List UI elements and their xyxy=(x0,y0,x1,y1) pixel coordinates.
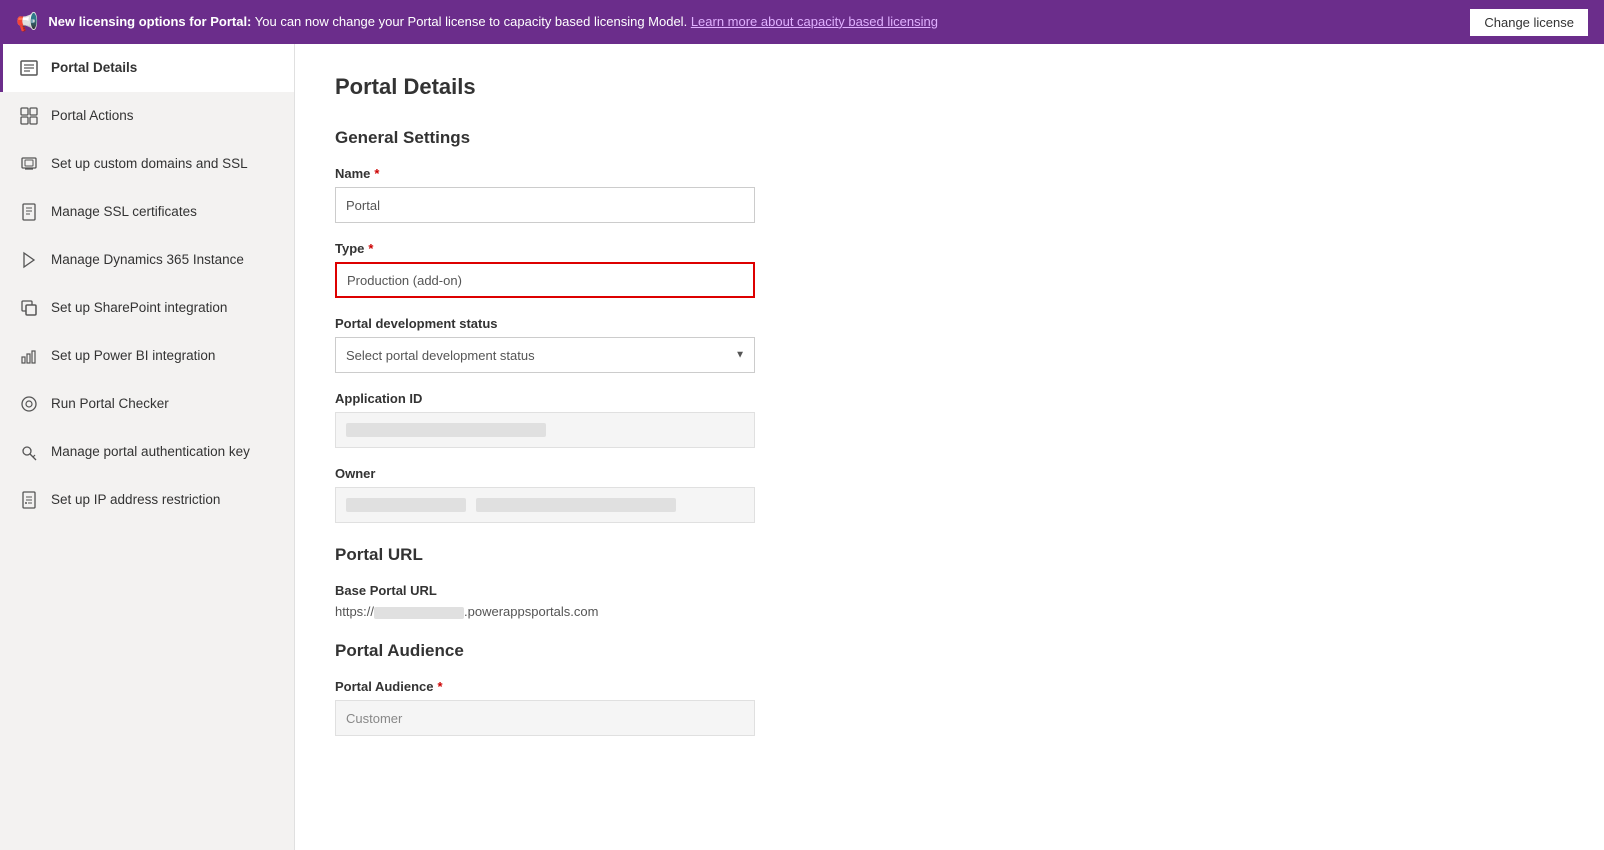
banner-text: New licensing options for Portal: You ca… xyxy=(48,13,1460,31)
name-input[interactable] xyxy=(335,187,755,223)
sidebar-item-auth-key[interactable]: Manage portal authentication key xyxy=(0,428,294,476)
owner-field-group: Owner xyxy=(335,466,1564,523)
portal-url-section: Portal URL Base Portal URL https://.powe… xyxy=(335,545,1564,619)
portal-audience-section: Portal Audience Portal Audience * xyxy=(335,641,1564,736)
portal-checker-icon xyxy=(19,394,39,414)
sidebar-label-portal-checker: Run Portal Checker xyxy=(51,395,169,413)
audience-label: Portal Audience * xyxy=(335,679,1564,694)
sidebar-item-ip-restriction[interactable]: Set up IP address restriction xyxy=(0,476,294,524)
name-field-group: Name * xyxy=(335,166,1564,223)
auth-key-icon xyxy=(19,442,39,462)
dev-status-field-group: Portal development status Select portal … xyxy=(335,316,1564,373)
sidebar-label-powerbi: Set up Power BI integration xyxy=(51,347,215,365)
sidebar-label-ip-restriction: Set up IP address restriction xyxy=(51,491,220,509)
base-url-value: https://.powerappsportals.com xyxy=(335,604,1564,619)
sidebar-item-portal-details[interactable]: Portal Details xyxy=(0,44,294,92)
general-settings-title: General Settings xyxy=(335,128,1564,148)
general-settings-section: General Settings Name * Type * Portal d xyxy=(335,128,1564,523)
sidebar-item-custom-domains[interactable]: Set up custom domains and SSL xyxy=(0,140,294,188)
app-id-blurred xyxy=(346,423,546,437)
sidebar-item-powerbi[interactable]: Set up Power BI integration xyxy=(0,332,294,380)
name-label: Name * xyxy=(335,166,1564,181)
base-url-field-group: Base Portal URL https://.powerappsportal… xyxy=(335,583,1564,619)
sidebar-label-portal-details: Portal Details xyxy=(51,59,137,77)
dev-status-select[interactable]: Select portal development status xyxy=(335,337,755,373)
licensing-banner: 📢 New licensing options for Portal: You … xyxy=(0,0,1604,44)
type-field-group: Type * xyxy=(335,241,1564,298)
sidebar-label-auth-key: Manage portal authentication key xyxy=(51,443,250,461)
change-license-button[interactable]: Change license xyxy=(1470,9,1588,36)
dev-status-select-wrapper: Select portal development status xyxy=(335,337,755,373)
sidebar-label-custom-domains: Set up custom domains and SSL xyxy=(51,155,248,173)
sidebar: Portal Details Portal Actions xyxy=(0,44,295,850)
sidebar-label-sharepoint: Set up SharePoint integration xyxy=(51,299,227,317)
app-id-field-group: Application ID xyxy=(335,391,1564,448)
name-required-star: * xyxy=(374,166,379,181)
powerbi-icon xyxy=(19,346,39,366)
owner-blurred xyxy=(346,498,466,512)
portal-audience-title: Portal Audience xyxy=(335,641,1564,661)
audience-required-star: * xyxy=(437,679,442,694)
sidebar-item-dynamics-instance[interactable]: Manage Dynamics 365 Instance xyxy=(0,236,294,284)
dynamics-instance-icon xyxy=(19,250,39,270)
custom-domains-icon xyxy=(19,154,39,174)
main-content: Portal Details General Settings Name * T… xyxy=(295,44,1604,850)
banner-icon: 📢 xyxy=(16,12,38,33)
type-input[interactable] xyxy=(335,262,755,298)
audience-input[interactable] xyxy=(335,700,755,736)
type-label: Type * xyxy=(335,241,1564,256)
ip-restriction-icon xyxy=(19,490,39,510)
url-blurred xyxy=(374,607,464,619)
sidebar-item-sharepoint[interactable]: Set up SharePoint integration xyxy=(0,284,294,332)
sidebar-item-ssl-certs[interactable]: Manage SSL certificates xyxy=(0,188,294,236)
portal-details-icon xyxy=(19,58,39,78)
sidebar-item-portal-actions[interactable]: Portal Actions xyxy=(0,92,294,140)
ssl-certs-icon xyxy=(19,202,39,222)
owner-value xyxy=(335,487,755,523)
sidebar-item-portal-checker[interactable]: Run Portal Checker xyxy=(0,380,294,428)
learn-more-link[interactable]: Learn more about capacity based licensin… xyxy=(691,14,938,29)
owner-label: Owner xyxy=(335,466,1564,481)
app-id-value xyxy=(335,412,755,448)
sidebar-label-portal-actions: Portal Actions xyxy=(51,107,134,125)
dev-status-label: Portal development status xyxy=(335,316,1564,331)
sidebar-label-ssl-certs: Manage SSL certificates xyxy=(51,203,197,221)
page-title: Portal Details xyxy=(335,74,1564,100)
audience-field-group: Portal Audience * xyxy=(335,679,1564,736)
sharepoint-icon xyxy=(19,298,39,318)
type-required-star: * xyxy=(368,241,373,256)
portal-actions-icon xyxy=(19,106,39,126)
app-id-label: Application ID xyxy=(335,391,1564,406)
base-url-label: Base Portal URL xyxy=(335,583,1564,598)
portal-url-title: Portal URL xyxy=(335,545,1564,565)
sidebar-label-dynamics-instance: Manage Dynamics 365 Instance xyxy=(51,251,244,269)
owner-blurred-2 xyxy=(476,498,676,512)
